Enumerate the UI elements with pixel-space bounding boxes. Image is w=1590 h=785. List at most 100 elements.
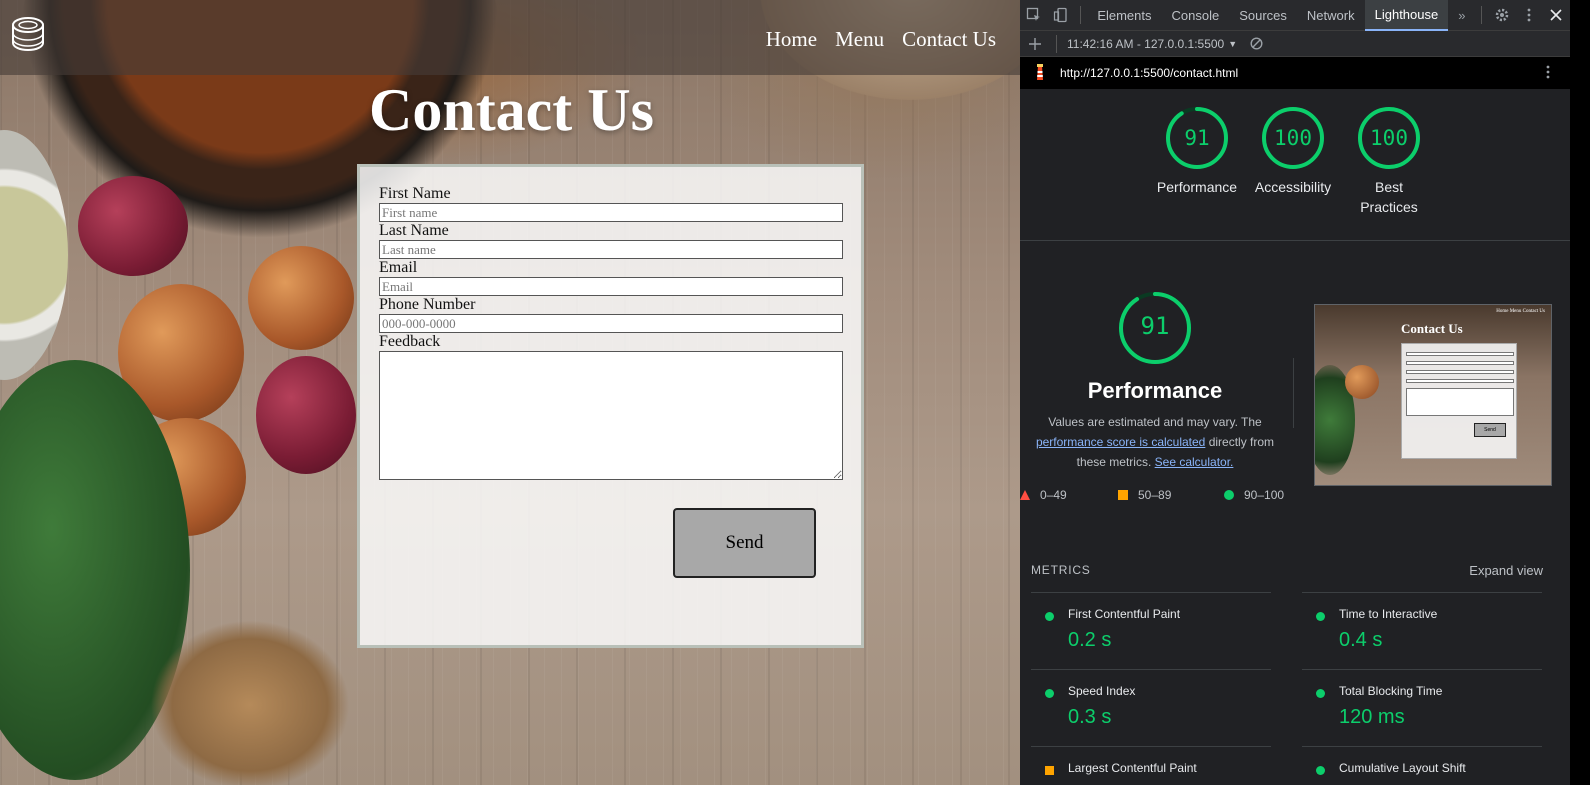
nav-contact-link[interactable]: Contact Us — [902, 27, 996, 52]
average-square-icon — [1118, 490, 1128, 500]
feedback-textarea[interactable] — [379, 351, 843, 480]
pass-circle-icon — [1316, 766, 1325, 775]
see-calculator-link[interactable]: See calculator. — [1155, 455, 1234, 469]
performance-description: Values are estimated and may vary. The p… — [1020, 412, 1290, 472]
metric-value: 0.2 s — [1068, 629, 1112, 651]
performance-label: Performance — [1156, 179, 1238, 195]
tab-divider — [1080, 6, 1082, 24]
pass-circle-icon — [1316, 689, 1325, 698]
chevron-down-icon: ▼ — [1228, 38, 1238, 49]
thumb-onion — [1345, 365, 1379, 399]
score-calculated-link[interactable]: performance score is calculated — [1036, 435, 1205, 449]
pass-circle-icon — [1045, 612, 1054, 621]
last-name-input[interactable] — [379, 240, 843, 259]
fail-triangle-icon — [1020, 490, 1030, 500]
more-options-icon[interactable] — [1516, 0, 1543, 31]
best-practices-label: Best Practices — [1360, 179, 1418, 215]
metrics-title: METRICS — [1031, 563, 1091, 577]
metric-name: First Contentful Paint — [1068, 607, 1181, 621]
phone-label: Phone Number — [379, 296, 476, 313]
thumb-form: Send — [1401, 343, 1517, 459]
pasta-image — [150, 620, 350, 785]
metric-name: Time to Interactive — [1339, 607, 1438, 621]
red-onion-image — [256, 356, 356, 474]
performance-big-score: 91 — [1140, 312, 1170, 340]
nav-menu-link[interactable]: Menu — [835, 27, 884, 52]
first-name-input[interactable] — [379, 203, 843, 222]
page-title: Contact Us — [369, 77, 654, 143]
best-practices-gauge[interactable]: 100 Best Practices — [1339, 105, 1439, 217]
settings-gear-icon[interactable] — [1488, 0, 1515, 31]
tab-console[interactable]: Console — [1162, 0, 1230, 31]
thumb-field — [1406, 361, 1514, 365]
expand-view-toggle[interactable]: Expand view — [1469, 563, 1543, 578]
tab-lighthouse[interactable]: Lighthouse — [1364, 0, 1449, 31]
legend-pass: 90–100 — [1244, 488, 1285, 502]
best-practices-score: 100 — [1370, 126, 1408, 150]
report-url-bar: http://127.0.0.1:5500/contact.html — [1020, 57, 1570, 89]
report-selector[interactable]: 11:42:16 AM - 127.0.0.1:5500 ▼ — [1063, 37, 1237, 51]
performance-big-gauge: 91 — [1117, 290, 1193, 366]
metric-value: 0.3 s — [1068, 706, 1112, 728]
more-tabs-icon[interactable]: » — [1448, 0, 1475, 31]
thumb-field — [1406, 352, 1514, 356]
metric-name: Speed Index — [1068, 684, 1136, 698]
lighthouse-logo-icon — [1020, 64, 1060, 82]
performance-gauge[interactable]: 91 Performance — [1147, 105, 1247, 197]
page-screenshot-thumbnail[interactable]: Home Menu Contact Us Contact Us Send — [1314, 304, 1552, 486]
nav-home-link[interactable]: Home — [766, 27, 817, 52]
first-name-label: First Name — [379, 185, 451, 202]
legend-average: 50–89 — [1138, 488, 1172, 502]
performance-score: 91 — [1184, 126, 1210, 150]
pass-circle-icon — [1045, 689, 1054, 698]
metric-tbt: Total Blocking Time 120 ms — [1302, 669, 1542, 746]
vertical-divider — [1293, 358, 1294, 428]
accessibility-label: Accessibility — [1254, 179, 1332, 195]
site-header: Home Menu Contact Us — [0, 0, 1020, 75]
performance-title: Performance — [1087, 378, 1223, 403]
report-selector-label: 11:42:16 AM - 127.0.0.1:5500 — [1067, 36, 1225, 51]
report-url: http://127.0.0.1:5500/contact.html — [1060, 66, 1239, 80]
new-report-plus-icon[interactable] — [1020, 28, 1050, 59]
thumb-textarea — [1406, 388, 1514, 416]
thumb-nav: Home Menu Contact Us — [1496, 309, 1545, 314]
site-nav: Home Menu Contact Us — [766, 27, 996, 52]
inspect-element-icon[interactable] — [1020, 0, 1047, 31]
metric-speed-index: Speed Index 0.3 s — [1031, 669, 1271, 746]
email-input[interactable] — [379, 277, 843, 296]
average-square-icon — [1045, 766, 1054, 775]
toolbar-divider — [1056, 34, 1057, 53]
device-toolbar-icon[interactable] — [1047, 0, 1074, 31]
tab-divider — [1481, 6, 1483, 24]
pass-circle-icon — [1224, 490, 1234, 500]
contact-form: First Name Last Name Email Phone Number … — [357, 164, 864, 648]
metric-value: 0.4 s — [1339, 629, 1383, 651]
olive-bowl-image — [0, 130, 68, 380]
accessibility-gauge[interactable]: 100 Accessibility — [1243, 105, 1343, 197]
tab-network[interactable]: Network — [1297, 0, 1365, 31]
phone-input[interactable] — [379, 314, 843, 333]
thumb-send: Send — [1474, 423, 1506, 437]
metric-cls: Cumulative Layout Shift — [1302, 746, 1542, 785]
metric-name: Largest Contentful Paint — [1068, 761, 1197, 775]
tab-sources[interactable]: Sources — [1229, 0, 1297, 31]
score-summary: 91 Performance 100 Accessibility 100 Bes… — [1020, 105, 1570, 240]
thumb-field — [1406, 379, 1514, 383]
close-devtools-icon[interactable] — [1543, 0, 1570, 31]
thumb-field — [1406, 370, 1514, 374]
url-more-icon[interactable] — [1546, 65, 1550, 82]
clear-reports-icon[interactable] — [1241, 28, 1271, 59]
pass-circle-icon — [1316, 612, 1325, 621]
email-label: Email — [379, 259, 418, 276]
window-scrollbar[interactable] — [1570, 0, 1590, 785]
tab-elements[interactable]: Elements — [1087, 0, 1161, 31]
feedback-label: Feedback — [379, 333, 441, 350]
legend-fail: 0–49 — [1040, 488, 1067, 502]
accessibility-score: 100 — [1274, 126, 1312, 150]
perf-desc-text-1: Values are estimated and may vary. The — [1048, 415, 1262, 429]
section-divider — [1020, 240, 1570, 241]
metric-value: 120 ms — [1339, 706, 1405, 728]
devtools-panel: Elements Console Sources Network Lightho… — [1020, 0, 1570, 785]
send-button[interactable]: Send — [673, 508, 816, 578]
logo-icon[interactable] — [10, 15, 46, 55]
